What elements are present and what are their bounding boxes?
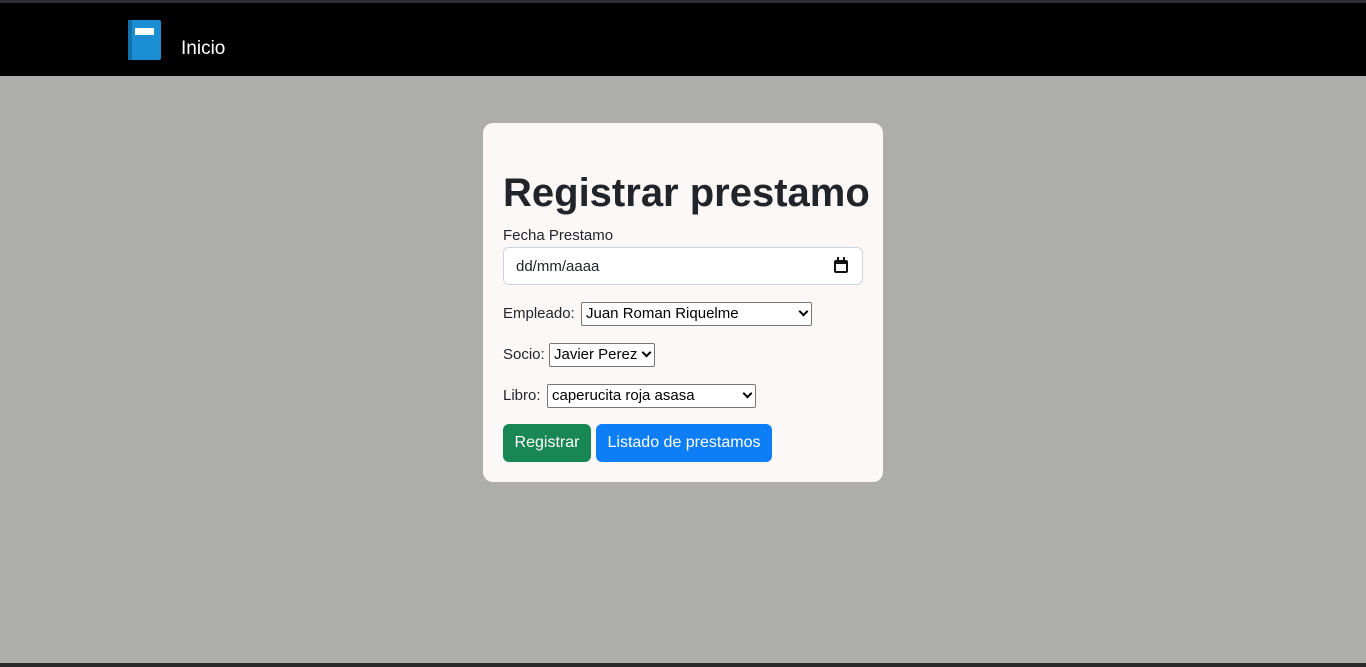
book-selected-value: caperucita roja asasa (552, 387, 695, 404)
book-icon[interactable] (128, 20, 161, 60)
employee-selected-value: Juan Roman Riquelme (586, 305, 739, 322)
taskbar-edge (0, 663, 1366, 667)
member-label: Socio: (503, 346, 545, 363)
loan-form-card: Registrar prestamo Fecha Prestamo dd/mm/… (483, 123, 883, 482)
page-title: Registrar prestamo (503, 171, 870, 215)
date-label: Fecha Prestamo (503, 227, 614, 244)
member-selected-value: Javier Perez (554, 346, 638, 363)
date-placeholder: dd/mm/aaaa (516, 258, 600, 275)
nav-link-inicio[interactable]: Inicio (181, 37, 225, 61)
navbar: Inicio (0, 3, 1366, 76)
chevron-down-icon (742, 388, 753, 399)
book-label-strip (135, 28, 154, 35)
book-select[interactable]: caperucita roja asasa (547, 384, 756, 408)
member-select[interactable]: Javier Perez (549, 343, 655, 367)
employee-label: Empleado: (503, 305, 575, 322)
loan-list-button[interactable]: Listado de prestamos (596, 424, 772, 462)
book-spine (128, 20, 132, 60)
book-label: Libro: (503, 387, 541, 404)
employee-select[interactable]: Juan Roman Riquelme (581, 302, 812, 326)
loan-date-input[interactable]: dd/mm/aaaa (503, 247, 863, 285)
chevron-down-icon (798, 306, 809, 317)
chevron-down-icon (641, 347, 652, 358)
register-button[interactable]: Registrar (503, 424, 591, 462)
calendar-icon[interactable] (834, 257, 848, 273)
